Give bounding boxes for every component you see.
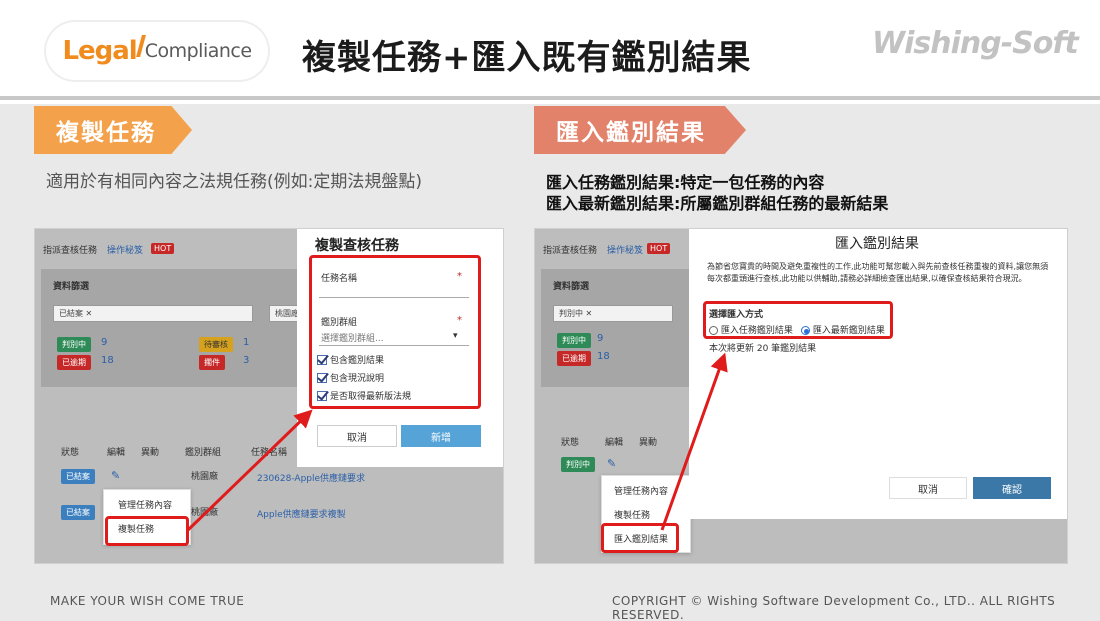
row-status-badge: 已結案 (61, 469, 95, 484)
logo-legal-text: Legal (62, 36, 137, 66)
stat-value: 9 (597, 333, 604, 344)
import-result-dialog: 匯入鑑別結果 為節省您寶貴的時間及避免重複性的工作,此功能可幫您載入與先前查核任… (689, 229, 1067, 519)
copy-task-description: 適用於有相同內容之法規任務(例如:定期法規盤點) (46, 172, 422, 192)
row-group: 桃園廠 (191, 472, 219, 482)
highlight-import-method (703, 301, 893, 339)
stat-tag[interactable]: 已逾期 (57, 355, 91, 370)
column-header[interactable]: 編輯 (107, 445, 125, 458)
footer-copyright: COPYRIGHT © Wishing Software Development… (612, 594, 1056, 621)
import-result-banner: 匯入鑑別結果 (534, 106, 746, 154)
import-result-screenshot: 指派查核任務 操作秘笈 HOT 資料篩選 判別中 ✕ 判別中 9 已逾期 18 … (534, 228, 1068, 564)
column-header[interactable]: 異動 (141, 445, 159, 458)
nav-title: 指派查核任務 (543, 246, 598, 256)
page-title: 複製任務+匯入既有鑑別結果 (302, 38, 752, 78)
filter-chip[interactable]: 已結案 ✕ (53, 305, 253, 322)
stat-value: 18 (101, 355, 114, 366)
nav-title: 指派查核任務 (43, 246, 98, 256)
cancel-button[interactable]: 取消 (889, 477, 967, 499)
menu-item-manage[interactable]: 管理任務內容 (118, 498, 172, 511)
edit-pencil-icon[interactable]: ✎ (111, 469, 120, 482)
footer-tagline: MAKE YOUR WISH COME TRUE (50, 594, 245, 608)
column-header[interactable]: 任務名稱 (251, 445, 287, 458)
brand-logo: Wishing-Soft (872, 26, 1079, 61)
filter-title: 資料篩選 (53, 282, 90, 292)
filter-title: 資料篩選 (553, 282, 590, 292)
stat-tag[interactable]: 判別中 (57, 337, 91, 352)
stat-tag[interactable]: 擱件 (199, 355, 225, 370)
filter-chip[interactable]: 判別中 ✕ (553, 305, 673, 322)
stat-tag[interactable]: 判別中 (557, 333, 591, 348)
column-header[interactable]: 鑑別群組 (185, 445, 221, 458)
nav-tips-link[interactable]: 操作秘笈 (107, 243, 143, 256)
stat-value: 1 (243, 337, 250, 348)
hot-badge: HOT (647, 243, 671, 254)
row-status-badge: 判別中 (561, 457, 595, 472)
copy-task-banner: 複製任務 (34, 106, 192, 154)
logo: Legal Compliance (46, 22, 268, 80)
dialog-title: 複製查核任務 (315, 238, 399, 254)
row-task-link[interactable]: Apple供應鏈要求複製 (257, 507, 346, 520)
dialog-title: 匯入鑑別結果 (835, 236, 919, 252)
import-desc-line-1: 匯入任務鑑別結果:特定一包任務的內容 (546, 173, 825, 192)
stat-value: 3 (243, 355, 250, 366)
copy-task-screenshot: 指派查核任務 操作秘笈 HOT 資料篩選 已結案 ✕ 桃園廠 判別中 9 已逾期… (34, 228, 504, 564)
cancel-button[interactable]: 取消 (317, 425, 397, 447)
update-count-note: 本次將更新 20 筆鑑別結果 (709, 344, 817, 354)
stat-value: 9 (101, 337, 108, 348)
header: Legal Compliance 複製任務+匯入既有鑑別結果 Wishing-S… (0, 0, 1100, 100)
stat-value: 18 (597, 351, 610, 362)
menu-item-copy-task[interactable]: 複製任務 (614, 508, 650, 521)
confirm-button[interactable]: 確認 (973, 477, 1051, 499)
menu-item-manage[interactable]: 管理任務內容 (614, 484, 668, 497)
highlight-import-result (601, 523, 679, 553)
row-status-badge: 已結案 (61, 505, 95, 520)
column-header[interactable]: 編輯 (605, 435, 623, 448)
highlight-dialog-fields (309, 255, 481, 409)
column-header[interactable]: 狀態 (561, 435, 579, 448)
copy-task-dialog: 複製查核任務 任務名稱 * 鑑別群組 * 選擇鑑別群組... ▾ 包含鑑別結果 … (297, 229, 503, 467)
edit-pencil-icon[interactable]: ✎ (607, 457, 616, 470)
import-result-description: 匯入任務鑑別結果:特定一包任務的內容 匯入最新鑑別結果:所屬鑑別群組任務的最新結… (546, 172, 888, 214)
row-task-link[interactable]: 230628-Apple供應鏈要求 (257, 471, 365, 484)
logo-compliance-text: Compliance (144, 40, 252, 62)
stat-tag[interactable]: 待審核 (199, 337, 233, 352)
row-group: 桃園廠 (191, 508, 219, 518)
hot-badge: HOT (151, 243, 175, 254)
add-button[interactable]: 新增 (401, 425, 481, 447)
dialog-description: 為節省您寶貴的時間及避免重複性的工作,此功能可幫您載入與先前查核任務重複的資料,… (707, 262, 1049, 283)
import-desc-line-2: 匯入最新鑑別結果:所屬鑑別群組任務的最新結果 (546, 194, 889, 213)
column-header[interactable]: 異動 (639, 435, 657, 448)
column-header[interactable]: 狀態 (61, 445, 79, 458)
stat-tag[interactable]: 已逾期 (557, 351, 591, 366)
highlight-copy-task (105, 516, 189, 546)
nav-tips-link[interactable]: 操作秘笈 (607, 243, 643, 256)
